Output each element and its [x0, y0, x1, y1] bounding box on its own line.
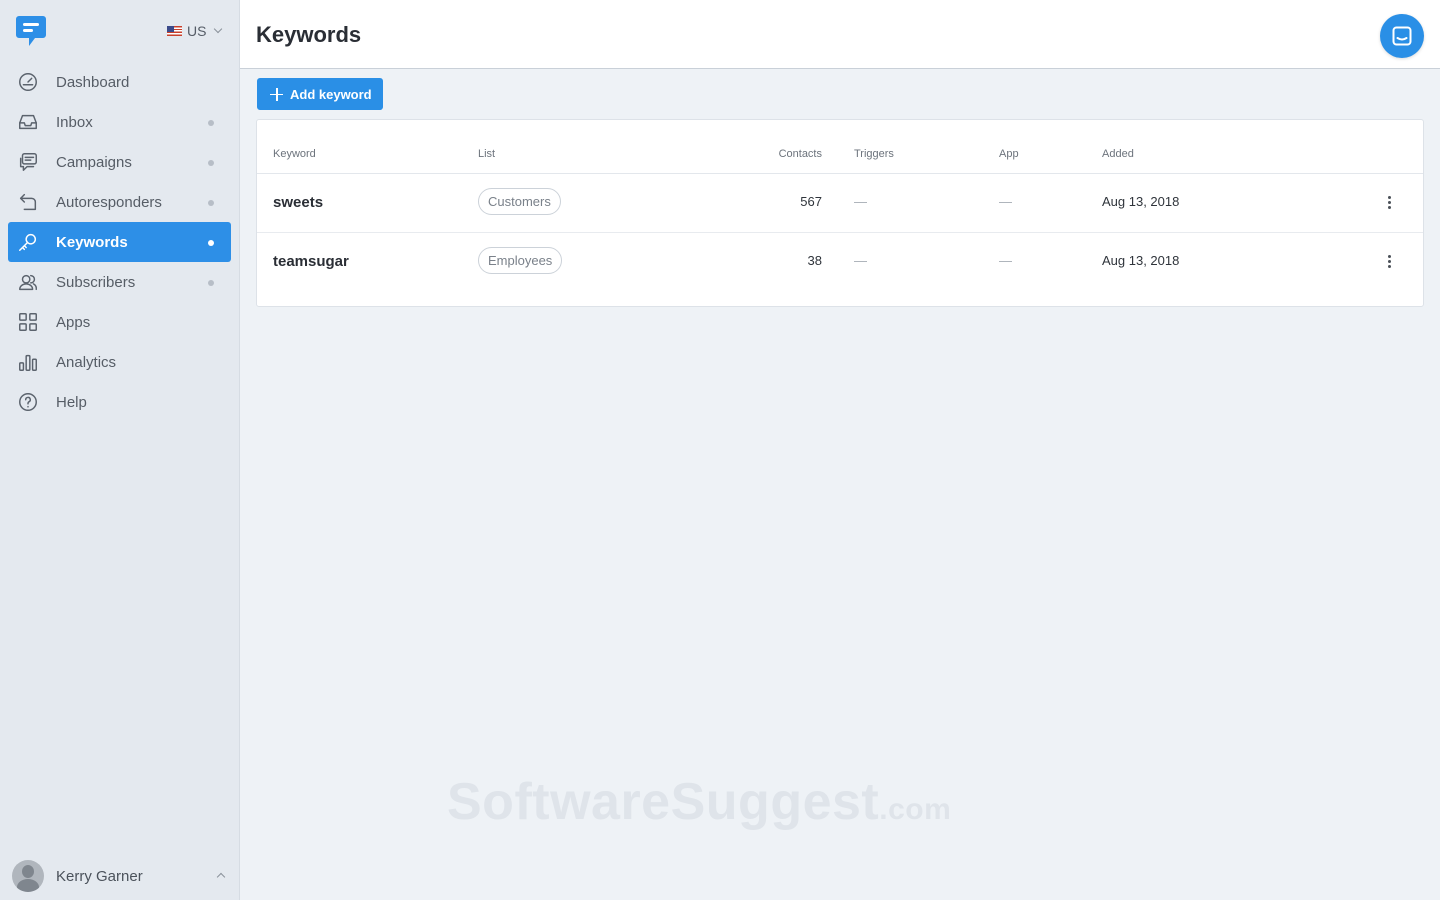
add-keyword-button[interactable]: Add keyword: [257, 78, 383, 110]
status-dot: [208, 280, 214, 286]
key-icon: [16, 230, 40, 254]
page-header: Keywords: [240, 0, 1440, 69]
sidebar-item-label: Inbox: [56, 113, 93, 131]
triggers-value: —: [854, 253, 867, 268]
table-row[interactable]: teamsugar Employees 38 — — Aug 13, 2018: [257, 233, 1423, 292]
sidebar-item-apps[interactable]: Apps: [8, 302, 231, 342]
list-tag[interactable]: Customers: [478, 188, 561, 215]
add-keyword-label: Add keyword: [290, 86, 372, 102]
app-value: —: [999, 253, 1012, 268]
sidebar-nav: Dashboard Inbox Campaigns Autoresponders: [8, 62, 231, 422]
sidebar-item-help[interactable]: Help: [8, 382, 231, 422]
added-date: Aug 13, 2018: [1102, 253, 1180, 268]
keyword-name[interactable]: teamsugar: [273, 253, 349, 270]
page-title: Keywords: [256, 22, 362, 47]
sidebar-item-analytics[interactable]: Analytics: [8, 342, 231, 382]
user-menu[interactable]: Kerry Garner: [12, 860, 232, 892]
column-header-app: App: [999, 148, 1019, 160]
status-dot: [208, 200, 214, 206]
status-dot: [208, 160, 214, 166]
sidebar-item-autoresponders[interactable]: Autoresponders: [8, 182, 231, 222]
autoresponders-icon: [16, 190, 40, 214]
app-logo-icon[interactable]: [15, 14, 47, 48]
region-selector[interactable]: US: [167, 23, 223, 39]
more-options-icon[interactable]: [1383, 255, 1395, 271]
campaigns-icon: [16, 150, 40, 174]
sidebar-item-label: Help: [56, 393, 87, 411]
column-header-added: Added: [1102, 148, 1134, 160]
chat-button[interactable]: [1380, 14, 1424, 58]
contacts-count: 38: [807, 253, 822, 268]
status-dot: [208, 240, 214, 246]
sidebar-item-inbox[interactable]: Inbox: [8, 102, 231, 142]
sidebar-item-label: Analytics: [56, 353, 117, 371]
contacts-count: 567: [800, 194, 822, 209]
plus-icon: [270, 87, 283, 101]
triggers-value: —: [854, 194, 867, 209]
dashboard-icon: [16, 70, 40, 94]
avatar: [12, 860, 44, 892]
sidebar-item-dashboard[interactable]: Dashboard: [8, 62, 231, 102]
list-tag[interactable]: Employees: [478, 247, 563, 274]
help-icon: [16, 390, 40, 414]
watermark: SoftwareSuggest.com: [447, 773, 952, 831]
sidebar-item-label: Campaigns: [56, 153, 132, 171]
keyword-name[interactable]: sweets: [273, 194, 323, 211]
subscribers-icon: [16, 270, 40, 294]
chat-icon: [1392, 26, 1412, 46]
chevron-up-icon: [216, 872, 226, 882]
analytics-icon: [16, 350, 40, 374]
chevron-down-icon: [214, 24, 223, 34]
column-header-triggers: Triggers: [854, 148, 894, 160]
sidebar-item-subscribers[interactable]: Subscribers: [8, 262, 231, 302]
inbox-icon: [16, 110, 40, 134]
sidebar-item-label: Subscribers: [56, 273, 136, 291]
status-dot: [208, 120, 214, 126]
keywords-table: Keyword List Contacts Triggers App Added…: [256, 119, 1424, 307]
app-value: —: [999, 194, 1012, 209]
column-header-list: List: [478, 148, 496, 160]
sidebar-item-campaigns[interactable]: Campaigns: [8, 142, 231, 182]
added-date: Aug 13, 2018: [1102, 194, 1180, 209]
sidebar-item-label: Dashboard: [56, 73, 130, 91]
sidebar-item-keywords[interactable]: Keywords: [8, 222, 231, 262]
table-header: Keyword List Contacts Triggers App Added: [257, 120, 1423, 174]
column-header-keyword: Keyword: [273, 148, 316, 160]
us-flag-icon: [167, 26, 182, 36]
apps-grid-icon: [16, 310, 40, 334]
region-label: US: [187, 23, 207, 39]
table-row[interactable]: sweets Customers 567 — — Aug 13, 2018: [257, 174, 1423, 233]
sidebar-item-label: Autoresponders: [56, 193, 162, 211]
user-name: Kerry Garner: [56, 867, 143, 885]
sidebar-item-label: Apps: [56, 313, 91, 331]
sidebar-item-label: Keywords: [56, 233, 128, 251]
sidebar: US Dashboard Inbox Campaigns Autorespond…: [0, 0, 240, 900]
column-header-contacts: Contacts: [778, 148, 822, 160]
more-options-icon[interactable]: [1383, 196, 1395, 212]
